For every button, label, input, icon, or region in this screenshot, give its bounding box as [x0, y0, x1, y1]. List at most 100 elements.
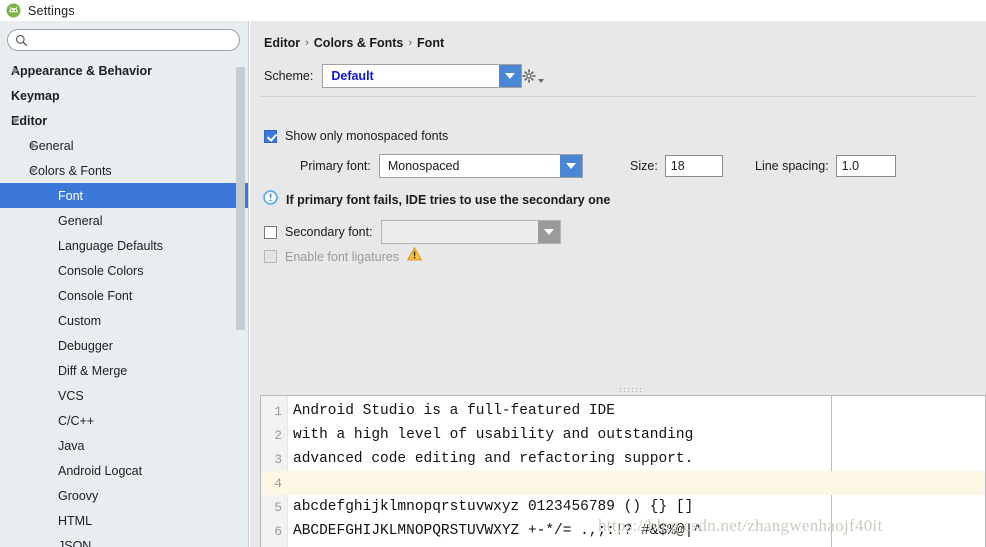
line-text: advanced code editing and refactoring su…: [293, 451, 694, 467]
sidebar-item-label: Keymap: [11, 88, 60, 103]
line-number: 3: [274, 451, 282, 467]
sidebar-item-diff-merge[interactable]: Diff & Merge: [0, 358, 248, 383]
info-icon: [262, 189, 279, 211]
sidebar-item-label: Groovy: [58, 488, 99, 503]
breadcrumb-separator: ›: [408, 37, 413, 49]
sidebar-item-label: Diff & Merge: [58, 363, 128, 378]
preview-line[interactable]: 1 Android Studio is a full-featured IDE: [261, 399, 985, 423]
sidebar-item-general[interactable]: General: [0, 208, 248, 233]
font-ligatures-row[interactable]: Enable font ligatures: [264, 246, 423, 266]
scheme-dropdown[interactable]: Default: [322, 64, 523, 88]
scheme-label: Scheme:: [264, 69, 314, 83]
grip-dot: [640, 388, 641, 389]
chevron-right-icon[interactable]: [28, 140, 39, 151]
sidebar-item-json[interactable]: JSON: [0, 533, 248, 547]
line-number: 4: [274, 475, 282, 491]
primary-font-dropdown[interactable]: Monospaced: [378, 154, 583, 178]
chevron-down-icon[interactable]: [537, 221, 560, 243]
grip-dot: [640, 391, 641, 392]
sidebar-item-debugger[interactable]: Debugger: [0, 333, 248, 358]
sidebar-item-keymap[interactable]: Keymap: [0, 83, 248, 108]
secondary-font-row: Secondary font:: [264, 220, 561, 244]
breadcrumb-separator: ›: [305, 37, 309, 49]
gear-icon: [522, 69, 536, 88]
chevron-down-icon[interactable]: [559, 155, 582, 177]
sidebar-item-editor[interactable]: Editor: [0, 108, 248, 133]
settings-window: Settings Appearance & Behavior Keymap Edit…: [0, 0, 986, 547]
sidebar-item-label: Android Logcat: [58, 463, 143, 478]
search-box[interactable]: [7, 29, 240, 51]
warning-triangle-icon: [406, 246, 423, 266]
preview-line[interactable]: 2 with a high level of usability and outs…: [261, 423, 985, 447]
sidebar-item-c-c[interactable]: C/C++: [0, 408, 248, 433]
sidebar-item-appearance-behavior[interactable]: Appearance & Behavior: [0, 58, 248, 83]
sidebar-item-console-font[interactable]: Console Font: [0, 283, 248, 308]
sidebar-item-custom[interactable]: Custom: [0, 308, 248, 333]
chevron-down-icon[interactable]: [499, 65, 522, 87]
show-monospaced-checkbox[interactable]: [264, 129, 277, 143]
line-spacing-group: Line spacing:: [755, 155, 896, 177]
sidebar-item-label: Debugger: [58, 338, 113, 353]
sidebar-scrollbar-thumb[interactable]: [236, 67, 245, 330]
grip-dot: [628, 388, 629, 389]
sidebar-item-label: Java: [58, 438, 85, 453]
sidebar-item-label: Font: [58, 188, 84, 203]
grip-dot: [624, 391, 625, 392]
breadcrumb-part[interactable]: Font: [417, 36, 444, 50]
line-text: with a high level of usability and outst…: [293, 427, 694, 443]
sidebar-item-general[interactable]: General: [0, 133, 248, 158]
line-number: 6: [274, 523, 282, 539]
sidebar-item-html[interactable]: HTML: [0, 508, 248, 533]
breadcrumb-part[interactable]: Colors & Fonts: [314, 36, 404, 50]
secondary-font-dropdown[interactable]: [380, 220, 561, 244]
primary-font-row: Primary font: Monospaced: [300, 154, 583, 178]
chevron-right-icon[interactable]: [10, 65, 21, 76]
preview-line[interactable]: 3 advanced code editing and refactoring s…: [261, 447, 985, 471]
primary-font-value: Monospaced: [387, 159, 460, 173]
scheme-settings-button[interactable]: [522, 69, 544, 88]
sidebar-item-language-defaults[interactable]: Language Defaults: [0, 233, 248, 258]
search-icon: [15, 34, 28, 47]
secondary-font-label: Secondary font:: [285, 225, 373, 239]
sidebar-item-label: VCS: [58, 388, 84, 403]
preview-splitter[interactable]: [250, 384, 986, 395]
sidebar-item-label: Appearance & Behavior: [11, 63, 153, 78]
show-monospaced-row[interactable]: Show only monospaced fonts: [264, 129, 448, 143]
watermark: https://blog.csdn.net/zhangwenhaojf40it: [598, 516, 883, 535]
settings-content-panel: Editor › Colors & Fonts › Font Scheme: Defau…: [250, 21, 986, 547]
line-number: 5: [274, 499, 282, 515]
splitter-grip-icon[interactable]: [620, 388, 648, 393]
sidebar-item-vcs[interactable]: VCS: [0, 383, 248, 408]
sidebar-item-java[interactable]: Java: [0, 433, 248, 458]
grip-dot: [628, 391, 629, 392]
grip-dot: [620, 388, 621, 389]
sidebar-item-colors-fonts[interactable]: Colors & Fonts: [0, 158, 248, 183]
primary-font-label: Primary font:: [300, 159, 371, 173]
sidebar-item-android-logcat[interactable]: Android Logcat: [0, 458, 248, 483]
line-text: abcdefghijklmnopqrstuvwxyz 0123456789 ()…: [293, 499, 694, 515]
breadcrumb: Editor › Colors & Fonts › Font: [264, 36, 444, 50]
secondary-font-checkbox[interactable]: [264, 225, 277, 239]
line-spacing-input[interactable]: [835, 155, 896, 177]
font-size-input[interactable]: [664, 155, 723, 177]
sidebar-item-label: Language Defaults: [58, 238, 163, 253]
sidebar-item-label: HTML: [58, 513, 93, 528]
primary-font-hint: If primary font fails, IDE tries to use …: [262, 189, 610, 211]
search-input[interactable]: [32, 30, 233, 50]
grip-dot: [632, 391, 633, 392]
sidebar-item-console-colors[interactable]: Console Colors: [0, 258, 248, 283]
font-size-label: Size:: [630, 159, 658, 173]
chevron-down-icon[interactable]: [28, 165, 39, 176]
font-ligatures-checkbox[interactable]: [264, 250, 277, 263]
show-monospaced-label: Show only monospaced fonts: [285, 129, 449, 143]
sidebar-item-label: General: [58, 213, 103, 228]
grip-dot: [620, 391, 621, 392]
sidebar-item-label: Console Font: [58, 288, 133, 303]
primary-font-hint-text: If primary font fails, IDE tries to use …: [286, 193, 611, 207]
preview-line[interactable]: 4: [261, 471, 985, 495]
sidebar-item-font[interactable]: Font: [0, 183, 248, 208]
chevron-down-icon[interactable]: [10, 115, 21, 126]
chevron-down-icon: [538, 78, 544, 83]
breadcrumb-part[interactable]: Editor: [264, 36, 300, 50]
sidebar-item-groovy[interactable]: Groovy: [0, 483, 248, 508]
